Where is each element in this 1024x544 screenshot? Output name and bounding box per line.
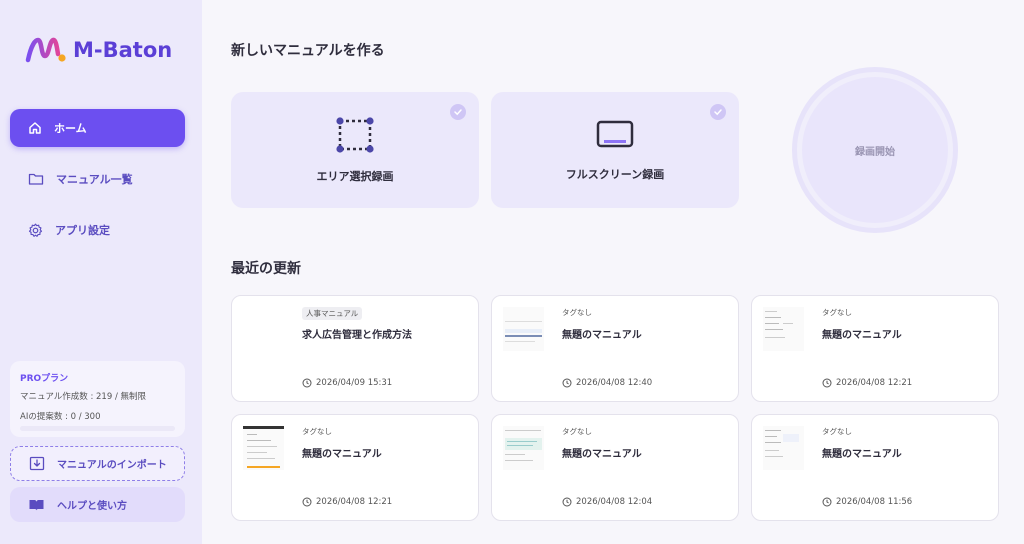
- manual-card[interactable]: タグなし 無題のマニュアル 2026/04/08 12:40: [491, 295, 739, 402]
- manual-title: 無題のマニュアル: [562, 449, 642, 460]
- help-label: ヘルプと使い方: [57, 501, 127, 512]
- manual-card[interactable]: タグなし 無題のマニュアル 2026/04/08 11:56: [751, 414, 999, 521]
- folder-icon: [28, 173, 44, 185]
- sidebar: M-Baton ホーム マニュアル一覧 アプリ設定 PROプラン マニュアル作成…: [0, 0, 202, 544]
- app-logo[interactable]: M-Baton: [25, 34, 172, 66]
- clock-icon: [822, 378, 832, 388]
- plan-title: PROプラン: [20, 374, 69, 384]
- record-start-label: 録画開始: [802, 77, 948, 223]
- sidebar-item-manual-list[interactable]: マニュアル一覧: [10, 160, 185, 198]
- manual-card[interactable]: タグなし 無題のマニュアル 2026/04/08 12:21: [751, 295, 999, 402]
- manual-tag: タグなし: [302, 427, 332, 436]
- manual-thumbnail: [503, 307, 544, 351]
- book-icon: [29, 499, 44, 510]
- manual-title: 無題のマニュアル: [822, 330, 902, 341]
- manual-card[interactable]: 人事マニュアル 求人広告管理と作成方法 2026/04/09 15:31: [231, 295, 479, 402]
- manual-date: 2026/04/08 12:04: [562, 497, 652, 507]
- ai-usage-bar: [20, 426, 175, 431]
- sidebar-item-label: マニュアル一覧: [56, 173, 133, 186]
- clock-icon: [302, 497, 312, 507]
- manual-card[interactable]: タグなし 無題のマニュアル 2026/04/08 12:04: [491, 414, 739, 521]
- manual-date: 2026/04/08 12:21: [302, 497, 392, 507]
- manual-title: 無題のマニュアル: [562, 330, 642, 341]
- manual-thumbnail: [763, 307, 804, 351]
- help-button[interactable]: ヘルプと使い方: [10, 487, 185, 522]
- fullscreen-record-card[interactable]: フルスクリーン録画: [491, 92, 739, 208]
- gear-icon: [28, 223, 43, 237]
- check-icon: [450, 104, 466, 120]
- plan-card: PROプラン マニュアル作成数 : 219 / 無制限 AIの提案数 : 0 /…: [10, 361, 185, 437]
- manual-title: 無題のマニュアル: [302, 449, 382, 460]
- import-icon: [29, 456, 45, 471]
- new-manual-title: 新しいマニュアルを作る: [231, 43, 385, 59]
- area-record-card[interactable]: エリア選択録画: [231, 92, 479, 208]
- clock-icon: [562, 497, 572, 507]
- home-icon: [29, 122, 41, 134]
- sidebar-item-app-settings[interactable]: アプリ設定: [10, 211, 185, 249]
- manual-tag: タグなし: [562, 308, 592, 317]
- import-manual-button[interactable]: マニュアルのインポート: [10, 446, 185, 481]
- manual-date: 2026/04/08 12:21: [822, 378, 912, 388]
- clock-icon: [562, 378, 572, 388]
- app-name: M-Baton: [73, 38, 173, 62]
- manual-title: 無題のマニュアル: [822, 449, 902, 460]
- manual-date: 2026/04/08 12:40: [562, 378, 652, 388]
- logo-icon: [25, 37, 66, 63]
- clock-icon: [822, 497, 832, 507]
- sidebar-item-home[interactable]: ホーム: [10, 109, 185, 147]
- manual-title: 求人広告管理と作成方法: [302, 330, 412, 341]
- manual-tag: タグなし: [822, 308, 852, 317]
- manual-tag: タグなし: [822, 427, 852, 436]
- clock-icon: [302, 378, 312, 388]
- mode-label: フルスクリーン録画: [565, 168, 665, 181]
- sidebar-item-label: アプリ設定: [55, 224, 110, 237]
- recent-title: 最近の更新: [231, 261, 301, 277]
- sidebar-item-label: ホーム: [54, 122, 87, 135]
- manual-tag: タグなし: [562, 427, 592, 436]
- manual-card[interactable]: タグなし 無題のマニュアル 2026/04/08 12:21: [231, 414, 479, 521]
- manual-date: 2026/04/08 11:56: [822, 497, 912, 507]
- manual-tag: 人事マニュアル: [302, 307, 363, 320]
- ai-count: AIの提案数 : 0 / 300: [20, 412, 101, 422]
- manual-count: マニュアル作成数 : 219 / 無制限: [20, 392, 147, 402]
- manual-date: 2026/04/09 15:31: [302, 378, 392, 388]
- fullscreen-icon: [596, 120, 634, 148]
- manual-thumbnail: [503, 426, 544, 470]
- manual-thumbnail: [763, 426, 804, 470]
- check-icon: [710, 104, 726, 120]
- manual-thumbnail: [243, 426, 284, 470]
- import-label: マニュアルのインポート: [57, 460, 167, 471]
- record-start-button[interactable]: 録画開始: [792, 67, 958, 233]
- area-select-icon: [336, 117, 374, 153]
- mode-label: エリア選択録画: [316, 170, 394, 183]
